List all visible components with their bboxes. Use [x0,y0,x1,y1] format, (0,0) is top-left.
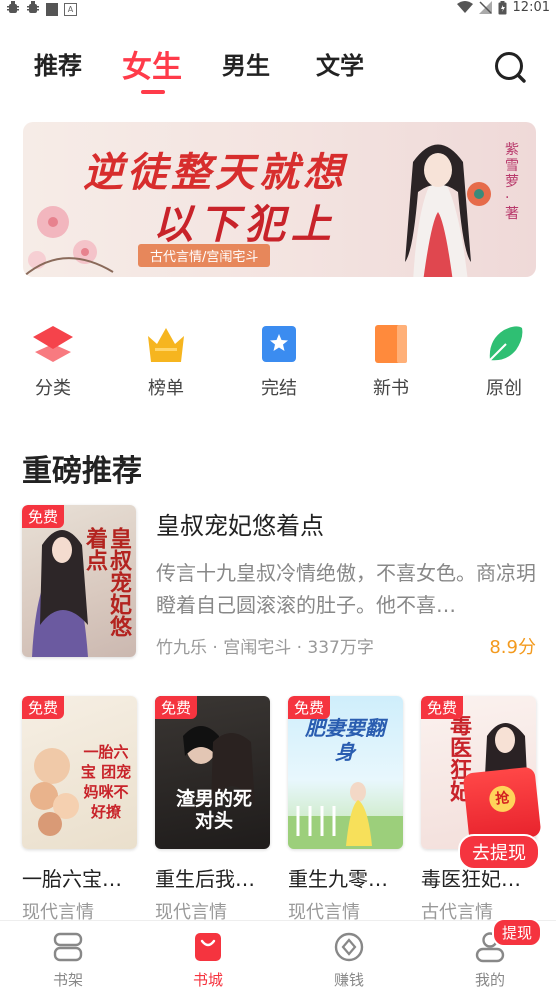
bug-icon [6,1,20,17]
bug-icon [26,1,40,17]
category-completed[interactable]: 完结 [234,322,324,400]
bottom-nav: 书架 书城 赚钱 我的 [0,920,556,997]
nav-bookstore[interactable]: 书城 [168,931,248,990]
book-cover: 一胎六宝 团宠妈咪不好撩 免费 [22,696,137,849]
free-badge: 免费 [421,696,464,719]
banner-genre-tag: 古代言情/宫闱宅斗 [138,244,271,267]
book-title: 皇叔宠妃悠着点 [156,512,324,540]
book-card[interactable]: 渣男的死对头 免费 重生后我… 现代言情 [155,696,270,924]
book-title: 重生后我… [155,867,255,891]
channel-tabs: 推荐 女生 男生 文学 [0,46,556,96]
featured-book[interactable]: 皇叔宠妃悠着点 免费 皇叔宠妃悠着点 传言十九皇叔冷情绝傲，不喜女色。商凉玥瞪着… [22,505,536,658]
status-bar: A 12:01 [0,0,556,18]
grab-coin-icon: 抢 [488,784,517,814]
category-ranking[interactable]: 榜单 [121,322,211,400]
shopping-bag-icon [195,933,221,961]
wifi-icon [456,1,473,13]
withdraw-badge: 提现 [492,918,543,947]
coin-icon [334,932,364,962]
promo-banner[interactable]: 逆徒整天就想 以下犯上 古代言情/宫闱宅斗 紫雪萝·著 [23,122,536,277]
cover-title: 肥妻要翻身 [305,716,385,764]
book-card[interactable]: 肥妻要翻身 免费 重生九零… 现代言情 [288,696,403,924]
no-signal-icon [478,1,492,14]
category-original[interactable]: 原创 [459,322,549,400]
banner-author: 紫雪萝·著 [505,142,519,222]
active-tab-indicator [141,90,165,94]
book-card[interactable]: 一胎六宝 团宠妈咪不好撩 免费 一胎六宝… 现代言情 [22,696,137,924]
category-row: 分类 榜单 完结 新书 原创 [0,322,556,402]
section-title: 重磅推荐 [22,454,142,489]
category-label: 分类 [35,378,71,399]
cover-title: 皇叔宠妃悠着点 [82,527,131,637]
font-icon: A [64,2,77,16]
free-badge: 免费 [288,696,331,719]
category-label: 新书 [373,378,409,399]
layers-icon [33,326,73,362]
book-meta: 竹九乐 · 宫闱宅斗 · 337万字 [156,638,374,658]
banner-title-line2: 以下犯上 [153,202,337,248]
pen-icon [489,326,523,361]
book-cover: 皇叔宠妃悠着点 免费 [22,505,136,657]
category-classify[interactable]: 分类 [8,322,98,400]
nav-bookshelf[interactable]: 书架 [28,931,108,990]
bookshelf-icon [53,932,83,962]
category-label: 榜单 [148,378,184,399]
tab-literature[interactable]: 文学 [316,46,364,81]
category-label: 完结 [261,378,297,399]
cover-title: 一胎六宝 团宠妈咪不好撩 [80,743,132,821]
book-icon [375,325,407,363]
free-badge: 免费 [22,696,65,719]
book-score: 8.9分 [489,637,536,658]
banner-character-illustration [405,144,491,277]
nav-label: 我的 [474,971,505,989]
red-envelope-button[interactable]: 抢 [462,766,542,844]
nav-label: 书架 [52,971,83,989]
square-icon [46,2,58,16]
battery-icon [498,0,507,14]
book-title: 一胎六宝… [22,867,122,891]
clock: 12:01 [512,0,550,15]
tab-female[interactable]: 女生 [122,42,182,86]
book-description: 传言十九皇叔冷情绝傲，不喜女色。商凉玥瞪着自己圆滚滚的肚子。他不喜… [156,561,536,617]
crown-icon [148,328,184,362]
book-title: 重生九零… [288,867,388,891]
nav-earn[interactable]: 赚钱 [309,931,389,990]
banner-title-line1: 逆徒整天就想 [83,150,347,196]
status-notifications: A [6,1,77,17]
withdraw-button[interactable]: 去提现 [458,834,540,870]
tab-male[interactable]: 男生 [222,46,270,81]
category-label: 原创 [486,378,522,399]
bookmark-star-icon [262,326,296,362]
book-cover: 肥妻要翻身 免费 [288,696,403,849]
tab-recommend[interactable]: 推荐 [34,46,82,81]
category-new-books[interactable]: 新书 [346,322,436,400]
book-grid: 一胎六宝 团宠妈咪不好撩 免费 一胎六宝… 现代言情 渣男的死对头 免费 重生后… [22,696,536,924]
free-badge: 免费 [155,696,198,719]
nav-label: 书城 [192,971,223,989]
search-icon[interactable] [494,51,526,83]
nav-label: 赚钱 [333,971,364,989]
status-system: 12:01 [456,0,550,15]
cover-title: 渣男的死对头 [175,788,252,832]
free-badge: 免费 [22,505,65,528]
book-cover: 渣男的死对头 免费 [155,696,270,849]
